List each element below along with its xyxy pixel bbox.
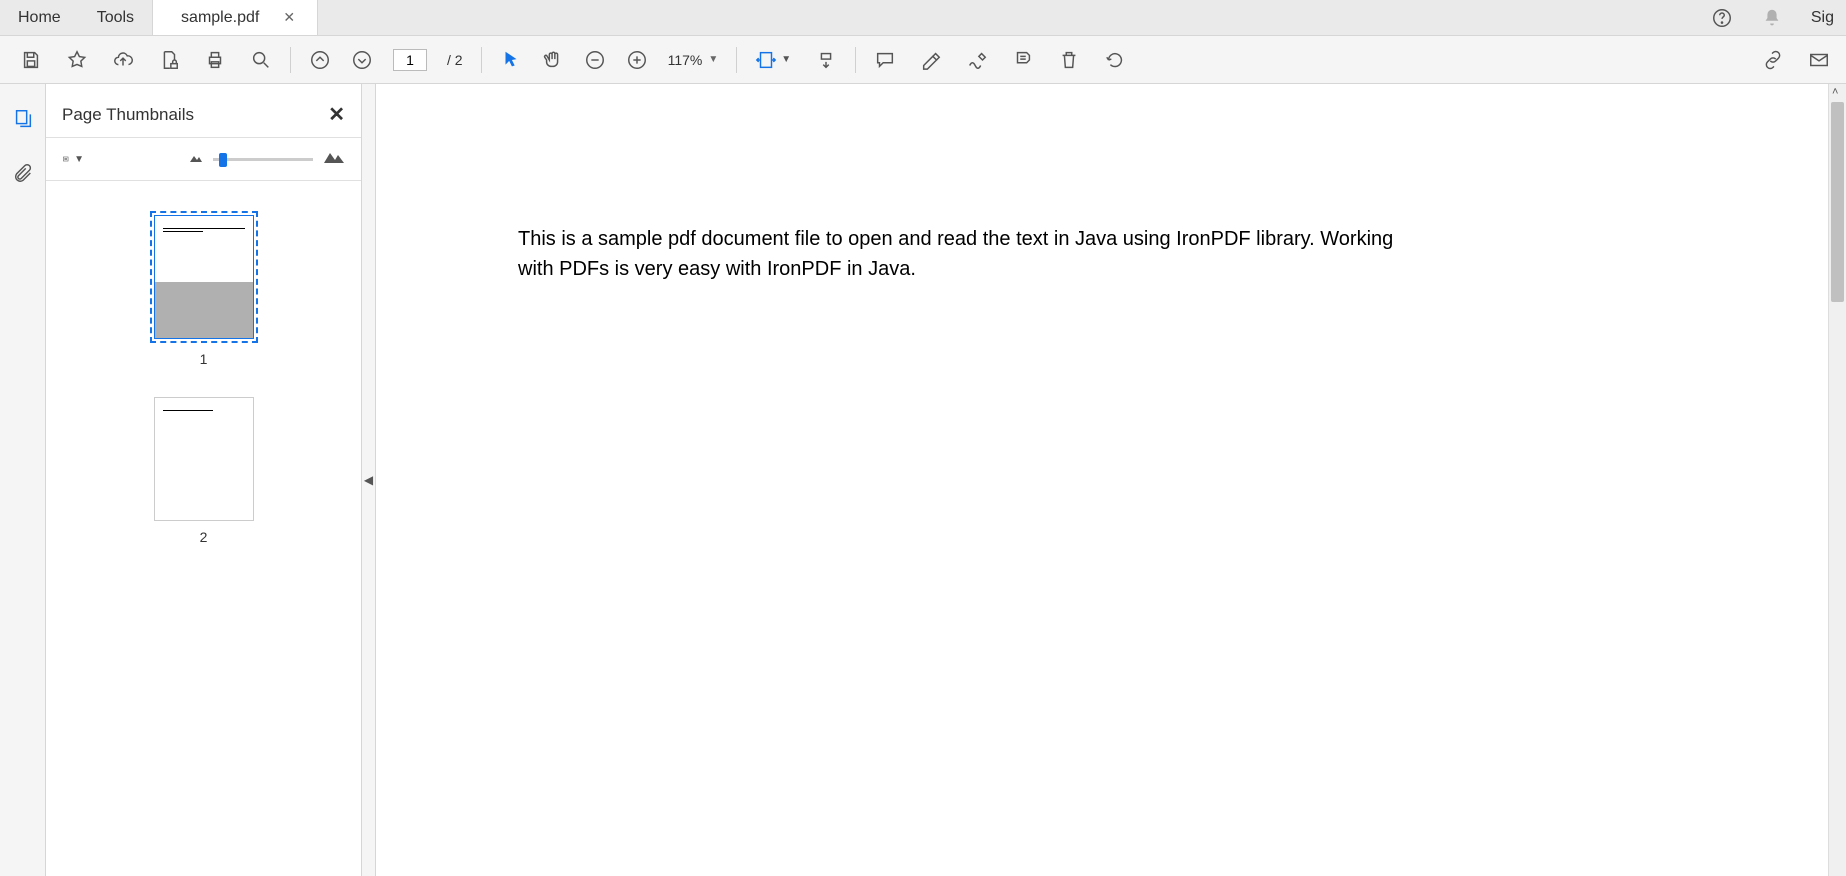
collapse-thumbnails-handle[interactable]: ◀ bbox=[362, 84, 376, 876]
large-thumbnail-icon bbox=[323, 150, 345, 169]
slider-knob[interactable] bbox=[219, 153, 227, 167]
home-tab[interactable]: Home bbox=[0, 0, 79, 35]
tools-tab[interactable]: Tools bbox=[79, 0, 152, 35]
delete-icon[interactable] bbox=[1058, 49, 1080, 71]
scroll-up-icon[interactable]: ˄ bbox=[1832, 86, 1838, 98]
comment-icon[interactable] bbox=[874, 49, 896, 71]
thumbnail-size-slider[interactable] bbox=[189, 150, 345, 169]
page-number-input[interactable] bbox=[393, 49, 427, 71]
fit-width-caret-icon[interactable]: ▼ bbox=[781, 54, 791, 65]
scroll-mode-icon[interactable] bbox=[815, 49, 837, 71]
thumbnail-page-2-number: 2 bbox=[200, 529, 208, 545]
document-tab[interactable]: sample.pdf ✕ bbox=[152, 0, 318, 35]
zoom-in-icon[interactable] bbox=[626, 49, 648, 71]
thumbnails-options-icon[interactable]: ▼ bbox=[62, 148, 84, 170]
document-tab-title: sample.pdf bbox=[181, 9, 259, 27]
top-tab-bar: Home Tools sample.pdf ✕ Sig bbox=[0, 0, 1846, 36]
thumbnail-page-1-number: 1 bbox=[200, 351, 208, 367]
star-icon[interactable] bbox=[66, 49, 88, 71]
thumbnail-list: 1 2 bbox=[46, 181, 361, 876]
main-toolbar: / 2 117% ▼ ▼ bbox=[0, 36, 1846, 84]
hand-tool-icon[interactable] bbox=[542, 49, 564, 71]
thumbnails-rail-icon[interactable] bbox=[12, 108, 34, 130]
document-view[interactable]: This is a sample pdf document file to op… bbox=[376, 84, 1846, 876]
thumbnail-page-1[interactable]: 1 bbox=[150, 211, 258, 367]
scrollbar-thumb[interactable] bbox=[1831, 102, 1844, 302]
zoom-caret-icon: ▼ bbox=[708, 54, 718, 65]
main-body: Page Thumbnails ✕ ▼ bbox=[0, 84, 1846, 876]
rotate-icon[interactable] bbox=[1104, 49, 1126, 71]
left-rail bbox=[0, 84, 46, 876]
close-tab-icon[interactable]: ✕ bbox=[283, 9, 295, 26]
sign-in-label[interactable]: Sig bbox=[1811, 9, 1834, 27]
thumbnails-panel-title: Page Thumbnails bbox=[62, 105, 194, 125]
cloud-upload-icon[interactable] bbox=[112, 49, 134, 71]
sign-icon[interactable] bbox=[966, 49, 988, 71]
fit-width-icon[interactable] bbox=[755, 49, 777, 71]
email-icon[interactable] bbox=[1808, 49, 1830, 71]
thumbnails-panel: Page Thumbnails ✕ ▼ bbox=[46, 84, 362, 876]
select-tool-icon[interactable] bbox=[500, 49, 522, 71]
save-icon[interactable] bbox=[20, 49, 42, 71]
help-icon[interactable] bbox=[1711, 7, 1733, 29]
page-up-icon[interactable] bbox=[309, 49, 331, 71]
collapse-arrow-icon: ◀ bbox=[364, 473, 373, 487]
slider-track[interactable] bbox=[213, 158, 313, 161]
page-down-icon[interactable] bbox=[351, 49, 373, 71]
search-icon[interactable] bbox=[250, 49, 272, 71]
thumbnail-page-2[interactable]: 2 bbox=[154, 397, 254, 545]
bell-icon[interactable] bbox=[1761, 7, 1783, 29]
file-lock-icon[interactable] bbox=[158, 49, 180, 71]
zoom-value-dropdown[interactable]: 117% ▼ bbox=[668, 52, 719, 68]
zoom-out-icon[interactable] bbox=[584, 49, 606, 71]
stamp-icon[interactable] bbox=[1012, 49, 1034, 71]
attachment-rail-icon[interactable] bbox=[12, 162, 34, 184]
vertical-scrollbar[interactable]: ˄ bbox=[1828, 84, 1846, 876]
highlight-icon[interactable] bbox=[920, 49, 942, 71]
print-icon[interactable] bbox=[204, 49, 226, 71]
document-text: This is a sample pdf document file to op… bbox=[376, 84, 1396, 284]
thumbnails-close-icon[interactable]: ✕ bbox=[328, 102, 345, 127]
page-total-label: / 2 bbox=[447, 52, 463, 68]
link-share-icon[interactable] bbox=[1762, 49, 1784, 71]
zoom-value-label: 117% bbox=[668, 52, 703, 68]
small-thumbnail-icon bbox=[189, 150, 203, 168]
